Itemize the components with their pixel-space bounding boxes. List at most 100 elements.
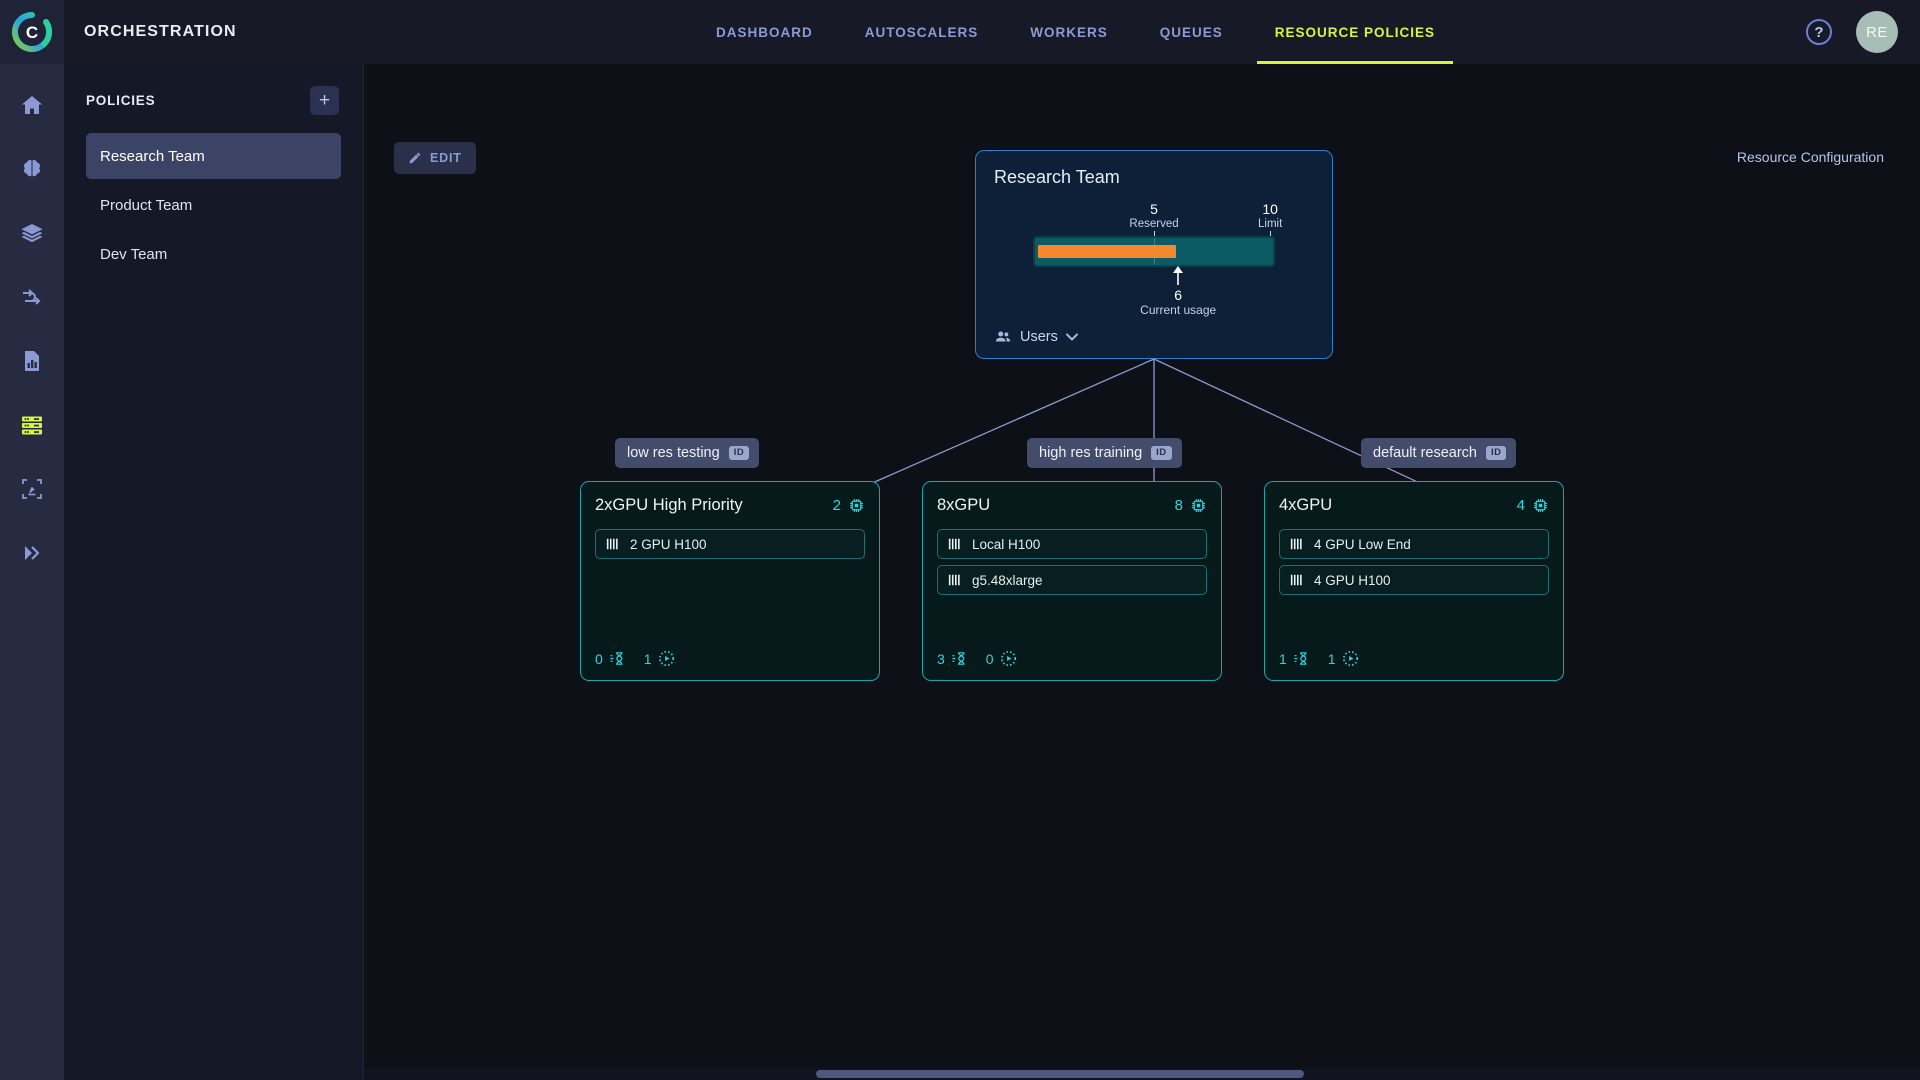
pool-resource-label: 2 GPU H100 bbox=[630, 536, 707, 552]
rail-item-home[interactable] bbox=[9, 82, 55, 128]
rail-item-workflows[interactable] bbox=[9, 274, 55, 320]
gpu-bars-icon bbox=[948, 538, 960, 550]
policy-root-title: Research Team bbox=[994, 167, 1120, 187]
pool-header: 2xGPU High Priority 2 bbox=[595, 496, 865, 515]
image-annotate-icon bbox=[22, 479, 42, 499]
home-icon bbox=[22, 96, 42, 114]
pencil-icon bbox=[409, 152, 421, 164]
pool-footer-stats: 3 0 bbox=[937, 650, 1017, 667]
chevron-down-icon bbox=[1065, 333, 1078, 341]
id-badge[interactable]: ID bbox=[728, 446, 750, 460]
cpu-chip-icon bbox=[1192, 499, 1205, 512]
graph-canvas[interactable]: EDIT Resource Configuration Research Tea… bbox=[364, 64, 1920, 1080]
report-chart-icon bbox=[25, 351, 39, 371]
top-header-bar: C ORCHESTRATION DASHBOARD AUTOSCALERS WO… bbox=[0, 0, 1920, 64]
sidebar-item-product-team[interactable]: Product Team bbox=[86, 182, 341, 228]
policy-root-card[interactable]: Research Team 5 Reserved 10 Limit 6 Curr… bbox=[975, 150, 1333, 359]
id-badge[interactable]: ID bbox=[1485, 446, 1507, 460]
workflow-icon bbox=[23, 289, 41, 305]
sidebar-item-research-team[interactable]: Research Team bbox=[86, 133, 341, 179]
gauge-reserved-label: 5 Reserved bbox=[1129, 201, 1179, 231]
tab-resource-policies[interactable]: RESOURCE POLICIES bbox=[1249, 0, 1461, 64]
app-title: ORCHESTRATION bbox=[84, 23, 237, 40]
usage-text-block: 6 Current usage bbox=[1140, 287, 1217, 317]
edit-button[interactable]: EDIT bbox=[394, 142, 476, 174]
gpu-bars-icon bbox=[1290, 574, 1302, 586]
cpu-chip-icon bbox=[1534, 499, 1547, 512]
pool-footer-stats: 0 1 bbox=[595, 650, 675, 667]
edit-button-label: EDIT bbox=[430, 151, 462, 165]
pool-resource-label: g5.48xlarge bbox=[972, 572, 1043, 588]
queued-hourglass-icon bbox=[610, 652, 623, 665]
pool-title: 2xGPU High Priority bbox=[595, 496, 743, 514]
pool-resource-row[interactable]: 4 GPU H100 bbox=[1279, 565, 1549, 595]
queue-chip-high-res-training[interactable]: high res training ID bbox=[1027, 438, 1182, 468]
pool-gpu-count: 4 bbox=[1517, 497, 1549, 514]
queue-chip-default-research[interactable]: default research ID bbox=[1361, 438, 1517, 468]
pool-pending-stat: 0 bbox=[595, 650, 626, 667]
pool-resource-label: Local H100 bbox=[972, 536, 1041, 552]
pool-card-4xgpu[interactable]: 4xGPU 4 4 GPU Low End 4 GPU H100 1 1 bbox=[1264, 481, 1564, 681]
tab-workers[interactable]: WORKERS bbox=[1004, 0, 1134, 64]
pool-resource-rows: 2 GPU H100 bbox=[595, 529, 865, 559]
app-logo[interactable]: C bbox=[0, 0, 64, 64]
pool-header: 4xGPU 4 bbox=[1279, 496, 1549, 515]
pool-pending-stat: 1 bbox=[1279, 650, 1310, 667]
left-nav-rail bbox=[0, 64, 64, 1080]
gauge-top-labels: 5 Reserved 10 Limit bbox=[1033, 201, 1282, 238]
pool-resource-row[interactable]: g5.48xlarge bbox=[937, 565, 1207, 595]
avatar[interactable]: RE bbox=[1856, 11, 1898, 53]
gauge-fill-current-usage bbox=[1038, 245, 1177, 258]
pool-resource-rows: Local H100 g5.48xlarge bbox=[937, 529, 1207, 595]
running-play-icon bbox=[1000, 650, 1016, 667]
pool-running-stat: 0 bbox=[986, 650, 1017, 667]
horizontal-scrollbar[interactable] bbox=[364, 1068, 1920, 1080]
pool-gpu-count: 8 bbox=[1175, 497, 1207, 514]
sidebar-item-dev-team[interactable]: Dev Team bbox=[86, 231, 341, 277]
pool-resource-label: 4 GPU H100 bbox=[1314, 572, 1391, 588]
users-dropdown-label: Users bbox=[1020, 329, 1058, 345]
resource-configuration-link[interactable]: Resource Configuration bbox=[1737, 149, 1884, 165]
header-actions: ? RE bbox=[1806, 0, 1898, 64]
add-policy-button[interactable]: + bbox=[310, 86, 339, 115]
pool-running-stat: 1 bbox=[1328, 650, 1359, 667]
pool-footer-stats: 1 1 bbox=[1279, 650, 1359, 667]
running-play-icon bbox=[1342, 650, 1358, 667]
cpu-chip-icon bbox=[850, 499, 863, 512]
id-badge[interactable]: ID bbox=[1151, 446, 1172, 460]
tab-dashboard[interactable]: DASHBOARD bbox=[690, 0, 839, 64]
rail-item-reports[interactable] bbox=[9, 338, 55, 384]
gauge-track bbox=[1033, 236, 1275, 267]
policies-header: POLICIES + bbox=[64, 64, 363, 125]
help-icon[interactable]: ? bbox=[1806, 19, 1832, 45]
gpu-bars-icon bbox=[606, 538, 618, 550]
pool-running-stat: 1 bbox=[644, 650, 675, 667]
tab-autoscalers[interactable]: AUTOSCALERS bbox=[839, 0, 1005, 64]
queue-chip-low-res-testing[interactable]: low res testing ID bbox=[615, 438, 760, 468]
queue-chip-label: high res training bbox=[1039, 445, 1143, 461]
pool-resource-row[interactable]: 2 GPU H100 bbox=[595, 529, 865, 559]
pool-resource-rows: 4 GPU Low End 4 GPU H100 bbox=[1279, 529, 1549, 595]
rail-item-resource-policies[interactable] bbox=[9, 402, 55, 448]
queued-hourglass-icon bbox=[1294, 652, 1307, 665]
pool-resource-row[interactable]: Local H100 bbox=[937, 529, 1207, 559]
pool-card-8xgpu[interactable]: 8xGPU 8 Local H100 g5.48xlarge 3 0 bbox=[922, 481, 1222, 681]
horizontal-scrollbar-thumb[interactable] bbox=[816, 1070, 1304, 1078]
pool-card-2xgpu-high-priority[interactable]: 2xGPU High Priority 2 2 GPU H100 0 1 bbox=[580, 481, 880, 681]
pool-header: 8xGPU 8 bbox=[937, 496, 1207, 515]
rail-item-datasets[interactable] bbox=[9, 210, 55, 256]
main-nav-tabs: DASHBOARD AUTOSCALERS WORKERS QUEUES RES… bbox=[690, 0, 1461, 64]
rail-item-annotations[interactable] bbox=[9, 466, 55, 512]
tab-queues[interactable]: QUEUES bbox=[1134, 0, 1249, 64]
queue-chip-label: low res testing bbox=[627, 445, 720, 461]
svg-text:C: C bbox=[26, 23, 38, 42]
layers-icon bbox=[21, 224, 43, 243]
rail-item-expand[interactable] bbox=[9, 530, 55, 576]
users-dropdown[interactable]: Users bbox=[994, 328, 1078, 346]
policy-list: Research Team Product Team Dev Team bbox=[64, 125, 363, 277]
pool-resource-row[interactable]: 4 GPU Low End bbox=[1279, 529, 1549, 559]
pool-pending-stat: 3 bbox=[937, 650, 968, 667]
gpu-bars-icon bbox=[1290, 538, 1302, 550]
running-play-icon bbox=[658, 650, 674, 667]
rail-item-models[interactable] bbox=[9, 146, 55, 192]
